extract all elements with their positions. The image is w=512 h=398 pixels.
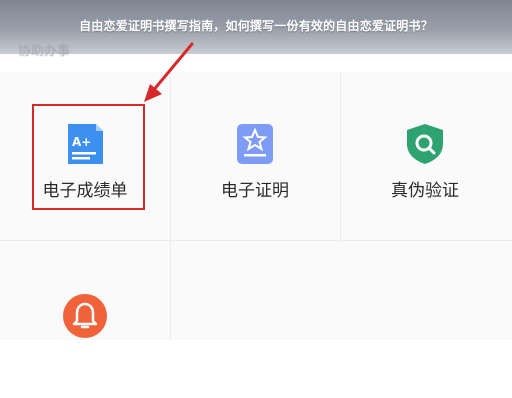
shield-search-icon [340, 124, 510, 164]
grid-item-verification[interactable]: 真伪验证 [340, 72, 510, 228]
grid-item-label: 电子证明 [221, 181, 289, 201]
grid-divider [0, 240, 512, 241]
annotation-arrow-icon [144, 42, 194, 102]
grid-item-notification[interactable] [0, 242, 170, 398]
section-label: 协助办事 [18, 44, 71, 59]
certificate-star-icon [170, 124, 340, 164]
page-title: 自由恋爱证明书撰写指南，如何撰写一份有效的自由恋爱证明书？ [79, 19, 433, 33]
title-bar: 自由恋爱证明书撰写指南，如何撰写一份有效的自由恋爱证明书？ 协助办事 [0, 0, 512, 59]
bell-icon [0, 292, 170, 338]
highlight-box [32, 104, 145, 210]
grid-item-label: 真伪验证 [391, 181, 459, 201]
